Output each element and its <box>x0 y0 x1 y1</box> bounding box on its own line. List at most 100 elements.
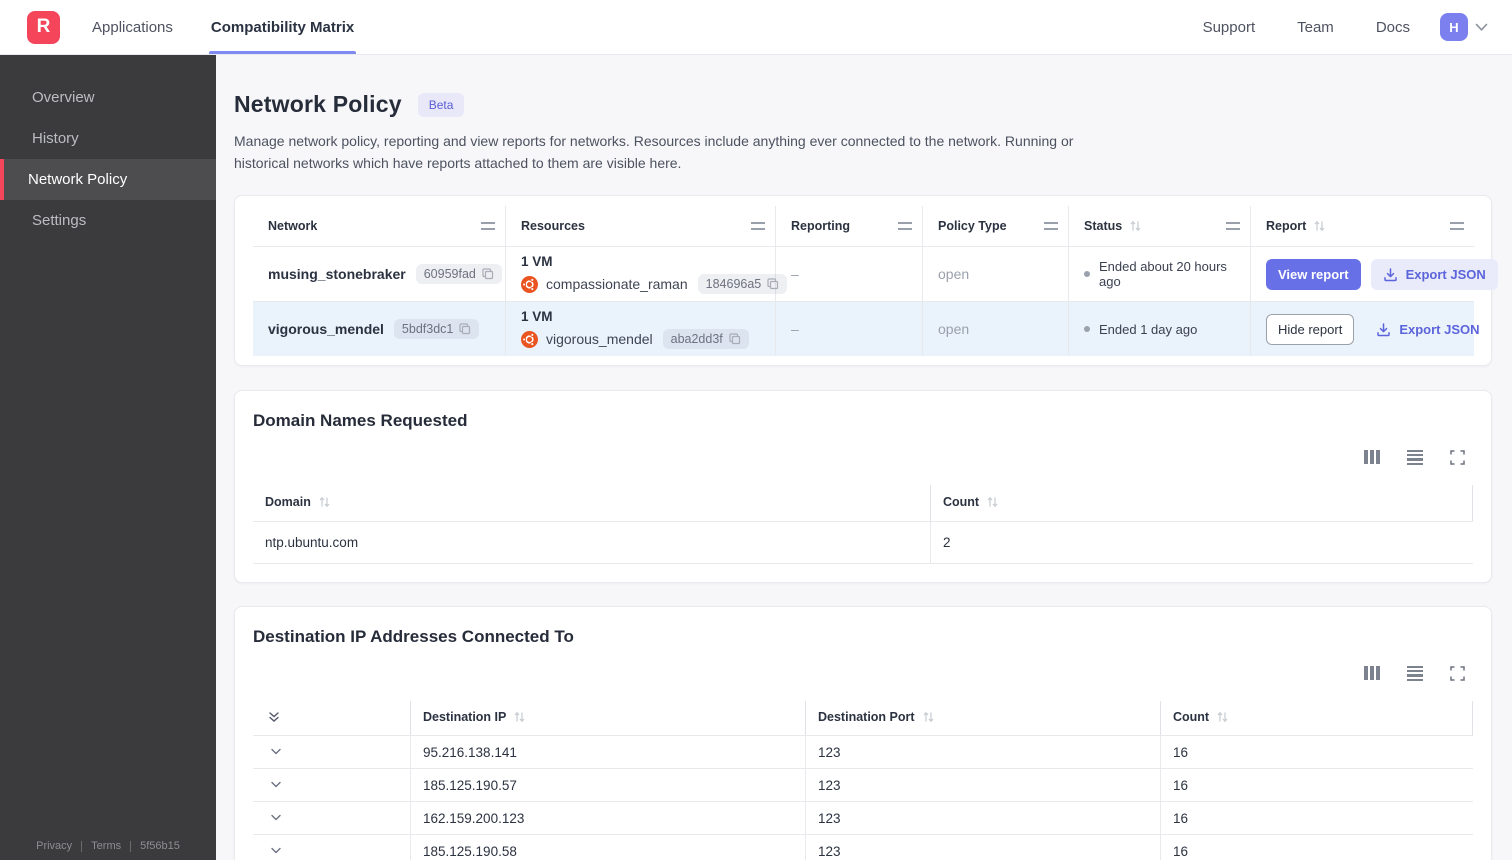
chevron-down-icon[interactable] <box>1475 23 1488 32</box>
destination-port-cell: 123 <box>806 736 1161 769</box>
sidebar-item-history[interactable]: History <box>0 118 216 159</box>
network-table-row[interactable]: musing_stonebraker 60959fad 1 VM compass… <box>253 246 1498 302</box>
column-header-status: Status <box>1069 206 1251 247</box>
column-drag-handle-icon[interactable] <box>1450 222 1464 231</box>
column-label: Reporting <box>791 219 851 234</box>
user-avatar[interactable]: H <box>1440 13 1468 41</box>
status-dot-icon <box>1084 326 1090 333</box>
sort-icon[interactable] <box>513 711 526 723</box>
column-label: Destination Port <box>818 710 915 725</box>
expand-all-icon[interactable] <box>267 710 281 724</box>
resource-id: aba2dd3f <box>670 332 723 347</box>
domain-card-title: Domain Names Requested <box>253 411 468 431</box>
destination-ips-card: Destination IP Addresses Connected To De… <box>234 606 1492 860</box>
status-text: Ended about 20 hours ago <box>1099 259 1227 290</box>
resources-cell: 1 VM vigorous_mendel aba2dd3f <box>506 302 776 357</box>
hide-report-button[interactable]: Hide report <box>1266 313 1355 345</box>
app-logo[interactable]: R <box>27 10 60 44</box>
destination-ip-cell: 185.125.190.57 <box>411 769 806 802</box>
sort-icon[interactable] <box>318 496 331 508</box>
table-toolbar <box>235 447 1491 467</box>
destination-row[interactable]: 185.125.190.57 123 16 <box>253 768 1473 802</box>
network-cell: vigorous_mendel 5bdf3dc1 <box>253 302 506 357</box>
sort-icon[interactable] <box>1313 220 1326 232</box>
privacy-link[interactable]: Privacy <box>36 840 72 852</box>
fullscreen-icon[interactable] <box>1450 450 1465 465</box>
copy-icon[interactable] <box>729 333 741 345</box>
nav-link-docs[interactable]: Docs <box>1376 19 1410 36</box>
column-label: Destination IP <box>423 710 507 725</box>
status-dot-icon <box>1084 271 1090 278</box>
divider <box>130 840 132 852</box>
column-label: Count <box>1173 710 1210 725</box>
sidebar-item-overview[interactable]: Overview <box>0 77 216 118</box>
column-header-count: Count <box>931 485 1473 522</box>
reporting-cell: – <box>776 247 923 302</box>
column-drag-handle-icon[interactable] <box>1044 222 1058 231</box>
sidebar-item-settings[interactable]: Settings <box>0 200 216 241</box>
expand-row-icon[interactable] <box>269 746 283 758</box>
resource-id-badge: aba2dd3f <box>662 329 749 350</box>
resource-line: compassionate_raman 184696a5 <box>521 274 788 295</box>
nav-tab-applications[interactable]: Applications <box>90 0 175 54</box>
ubuntu-icon <box>521 275 538 293</box>
network-table-row[interactable]: vigorous_mendel 5bdf3dc1 1 VM vigorous_m… <box>253 301 1480 357</box>
view-report-button[interactable]: View report <box>1266 258 1361 290</box>
sort-icon[interactable] <box>1216 711 1229 723</box>
nav-tab-compatibility-matrix[interactable]: Compatibility Matrix <box>208 0 357 54</box>
expand-row-icon[interactable] <box>269 779 283 791</box>
columns-icon[interactable] <box>1364 450 1380 465</box>
nav-link-team[interactable]: Team <box>1297 19 1334 36</box>
download-icon <box>1383 268 1397 282</box>
policy-type-cell: open <box>923 302 1069 357</box>
count-cell: 16 <box>1173 810 1189 826</box>
resource-name: compassionate_raman <box>546 276 688 293</box>
sort-icon[interactable] <box>922 711 935 723</box>
resources-cell: 1 VM compassionate_raman 184696a5 <box>506 247 788 302</box>
resource-id-badge: 184696a5 <box>697 274 788 295</box>
column-header-domain: Domain <box>253 485 931 522</box>
page-description: Manage network policy, reporting and vie… <box>234 133 1074 171</box>
export-json-button[interactable]: Export JSON <box>1364 314 1491 345</box>
status-cell: Ended about 20 hours ago <box>1069 247 1251 302</box>
export-json-label: Export JSON <box>1405 266 1486 282</box>
columns-icon[interactable] <box>1364 666 1380 681</box>
fullscreen-icon[interactable] <box>1450 666 1465 681</box>
column-label: Count <box>943 495 980 510</box>
ubuntu-icon <box>521 330 538 348</box>
export-json-button[interactable]: Export JSON <box>1370 258 1498 290</box>
expand-row-icon[interactable] <box>269 845 283 857</box>
domain-table-row[interactable]: ntp.ubuntu.com 2 <box>253 521 1473 565</box>
expand-row-icon[interactable] <box>269 812 283 824</box>
column-drag-handle-icon[interactable] <box>1226 222 1240 231</box>
copy-icon[interactable] <box>482 268 494 280</box>
destination-row[interactable]: 162.159.200.123 123 16 <box>253 801 1473 835</box>
column-label: Network <box>268 219 318 234</box>
column-header-destination-port: Destination Port <box>806 701 1161 736</box>
nav-link-support[interactable]: Support <box>1203 19 1256 36</box>
column-drag-handle-icon[interactable] <box>481 222 495 231</box>
sidebar-nav: Overview History Network Policy Settings <box>0 55 216 241</box>
destination-row[interactable]: 95.216.138.141 123 16 <box>253 735 1473 769</box>
sort-icon[interactable] <box>986 496 999 508</box>
sidebar-item-network-policy[interactable]: Network Policy <box>0 159 216 200</box>
count-cell: 16 <box>1173 744 1189 760</box>
column-label: Policy Type <box>938 219 1007 234</box>
column-label: Report <box>1266 219 1307 234</box>
rows-icon[interactable] <box>1407 665 1423 682</box>
destination-ip-cell: 162.159.200.123 <box>411 802 806 835</box>
resources-summary: 1 VM <box>521 254 553 270</box>
rows-icon[interactable] <box>1407 449 1423 466</box>
column-header-count: Count <box>1161 701 1473 736</box>
destination-row[interactable]: 185.125.190.58 123 16 <box>253 834 1473 860</box>
column-drag-handle-icon[interactable] <box>898 222 912 231</box>
sidebar: Overview History Network Policy Settings… <box>0 55 216 860</box>
domain-names-card: Domain Names Requested Domain Count ntp.… <box>234 390 1492 584</box>
column-drag-handle-icon[interactable] <box>751 222 765 231</box>
terms-link[interactable]: Terms <box>91 840 121 852</box>
copy-icon[interactable] <box>459 323 471 335</box>
network-name: musing_stonebraker <box>268 266 406 283</box>
network-id: 5bdf3dc1 <box>401 322 454 337</box>
sort-icon[interactable] <box>1129 220 1142 232</box>
destination-card-title: Destination IP Addresses Connected To <box>253 627 574 647</box>
